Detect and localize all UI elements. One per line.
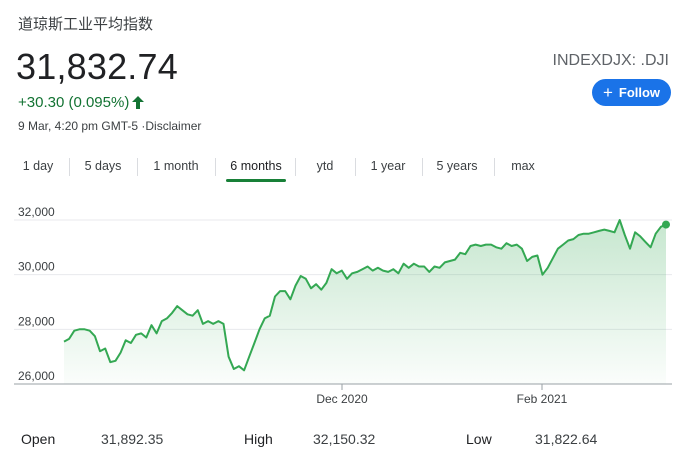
disclaimer-link[interactable]: ·Disclaimer (141, 119, 201, 133)
tab-divider (137, 158, 138, 176)
follow-button[interactable]: + Follow (592, 79, 671, 106)
tab-1-day[interactable]: 1 day (8, 152, 68, 180)
tab-ytd[interactable]: ytd (300, 152, 350, 180)
timestamp: 9 Mar, 4:20 pm GMT-5 (18, 119, 139, 133)
price-area (64, 220, 666, 384)
stats-row: Open 31,892.35 High 32,150.32 Low 31,822… (0, 428, 687, 448)
range-tabs: 1 day 5 days 1 month 6 months ytd 1 year… (0, 152, 560, 182)
y-tick-label: 26,000 (18, 369, 55, 383)
follow-label: Follow (618, 85, 661, 100)
active-tab-indicator (226, 179, 286, 182)
price-change-value: +30.30 (0.095%) (18, 94, 130, 111)
x-tick-label: Feb 2021 (517, 392, 568, 406)
current-point-marker (662, 220, 670, 229)
x-tick-label: Dec 2020 (316, 392, 368, 406)
tab-1-month[interactable]: 1 month (141, 152, 211, 180)
index-title: 道琼斯工业平均指数 (18, 15, 154, 33)
current-price: 31,832.74 (16, 46, 178, 87)
tab-5-years[interactable]: 5 years (426, 152, 488, 180)
tab-divider (494, 158, 495, 176)
open-label: Open (21, 431, 56, 447)
tab-divider (355, 158, 356, 176)
tab-5-days[interactable]: 5 days (72, 152, 134, 180)
arrow-up-icon (132, 96, 145, 109)
tab-max[interactable]: max (500, 152, 546, 180)
tab-divider (215, 158, 216, 176)
tab-divider (295, 158, 296, 176)
tab-divider (69, 158, 70, 176)
tab-6-months[interactable]: 6 months (226, 152, 286, 182)
high-value: 32,150.32 (313, 431, 376, 447)
open-value: 31,892.35 (101, 431, 164, 447)
y-tick-label: 30,000 (18, 260, 55, 274)
timestamp-line: 9 Mar, 4:20 pm GMT-5 ·Disclaimer (18, 119, 201, 133)
price-change: +30.30 (0.095%) (18, 94, 145, 111)
y-tick-label: 32,000 (18, 205, 55, 219)
ticker-symbol: INDEXDJX: .DJI (552, 52, 669, 69)
y-tick-label: 28,000 (18, 314, 55, 328)
tab-divider (422, 158, 423, 176)
high-label: High (244, 431, 273, 447)
price-chart[interactable]: 32,000 30,000 28,000 26,000 Dec 2020 Feb 2021 (0, 190, 687, 415)
plus-icon: + (602, 83, 613, 102)
tab-1-year[interactable]: 1 year (359, 152, 417, 180)
low-value: 31,822.64 (535, 431, 598, 447)
low-label: Low (466, 431, 492, 447)
